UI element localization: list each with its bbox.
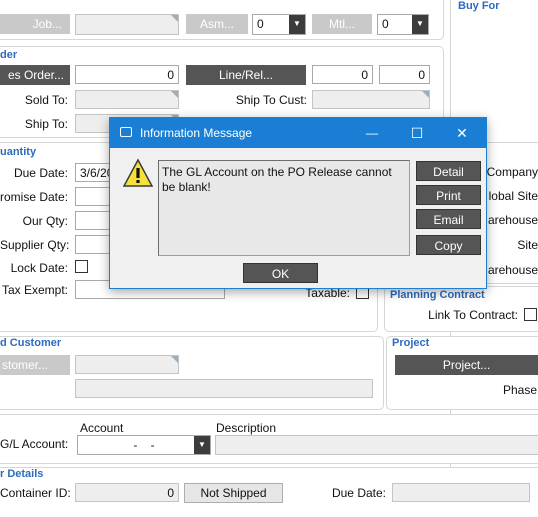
detail-button[interactable]: Detail	[416, 161, 481, 181]
due-date-label: Due Date:	[13, 166, 68, 180]
customer-field[interactable]	[75, 355, 179, 374]
not-shipped-button[interactable]: Not Shipped	[184, 483, 283, 503]
email-button[interactable]: Email	[416, 209, 481, 229]
ship-to-label: Ship To:	[24, 117, 68, 131]
container-title: r Details	[0, 468, 44, 480]
chevron-down-icon[interactable]: ▼	[412, 15, 428, 34]
message-text: The GL Account on the PO Release cannot …	[158, 160, 410, 256]
asm-button[interactable]: Asm...	[186, 14, 248, 34]
job-field[interactable]	[75, 14, 179, 35]
close-icon[interactable]: ✕	[450, 123, 474, 143]
customer-button[interactable]: stomer...	[0, 355, 70, 375]
phase-label: Phase	[502, 383, 537, 397]
print-button[interactable]: Print	[416, 185, 481, 205]
app-window-icon	[120, 127, 132, 137]
project-title: Project	[392, 337, 430, 349]
mtl-select-value: 0	[382, 17, 389, 31]
customer-name-field[interactable]	[75, 379, 373, 398]
description-column-header: Description	[216, 421, 277, 435]
dialog-title: Information Message	[140, 126, 253, 140]
sold-to-field[interactable]	[75, 90, 179, 109]
line-field[interactable]: 0	[312, 65, 373, 84]
line-rel-button[interactable]: Line/Rel...	[186, 65, 306, 85]
lock-date-label: Lock Date:	[10, 261, 68, 275]
mtl-button[interactable]: Mtl...	[312, 14, 372, 34]
link-to-contract-label: Link To Contract:	[428, 308, 518, 322]
container-due-date-label: Due Date:	[331, 486, 386, 500]
gl-account-select[interactable]: - - ▼	[77, 435, 211, 455]
link-to-contract-checkbox[interactable]	[524, 308, 537, 321]
gl-account-value: - -	[133, 438, 155, 452]
ok-button[interactable]: OK	[243, 263, 318, 283]
planning-contract-title: Planning Contract	[390, 289, 485, 301]
lock-date-checkbox[interactable]	[75, 260, 88, 273]
container-id-field[interactable]: 0	[75, 483, 179, 502]
dialog-title-bar[interactable]: Information Message — ☐ ✕	[110, 118, 486, 148]
minimize-icon[interactable]: —	[360, 123, 384, 143]
rel-field[interactable]: 0	[379, 65, 430, 84]
supplier-qty-label: Supplier Qty:	[0, 238, 70, 252]
chevron-down-icon[interactable]: ▼	[194, 436, 210, 454]
chevron-down-icon[interactable]: ▼	[289, 15, 305, 34]
quantity-title: uantity	[0, 146, 37, 158]
gl-account-label: G/L Account:	[0, 437, 69, 451]
asm-select-value: 0	[257, 17, 264, 31]
warning-icon	[123, 158, 153, 187]
ship-to-cust-label: Ship To Cust:	[235, 93, 307, 107]
account-column-header: Account	[80, 421, 124, 435]
order-title: der	[0, 49, 18, 61]
copy-button[interactable]: Copy	[416, 235, 481, 255]
project-button[interactable]: Project...	[395, 355, 538, 375]
customer-title: d Customer	[0, 337, 62, 349]
gl-description-field[interactable]	[215, 435, 538, 455]
promise-date-label: romise Date:	[0, 190, 69, 204]
asm-select[interactable]: 0 ▼	[252, 14, 306, 35]
mtl-select[interactable]: 0 ▼	[377, 14, 429, 35]
job-button[interactable]: Job...	[0, 14, 70, 34]
container-due-date-field[interactable]	[392, 483, 530, 502]
maximize-icon[interactable]: ☐	[405, 123, 429, 143]
buy-for-title: Buy For	[458, 0, 500, 12]
sales-order-field[interactable]: 0	[75, 65, 179, 84]
our-qty-label: Our Qty:	[22, 214, 68, 228]
sales-order-button[interactable]: es Order...	[0, 65, 70, 85]
ship-to-cust-field[interactable]	[312, 90, 430, 109]
information-message-dialog: Information Message — ☐ ✕ The GL Account…	[109, 117, 487, 289]
sold-to-label: Sold To:	[24, 93, 68, 107]
tax-exempt-label: Tax Exempt:	[1, 283, 68, 297]
container-id-label: Container ID:	[0, 486, 71, 500]
